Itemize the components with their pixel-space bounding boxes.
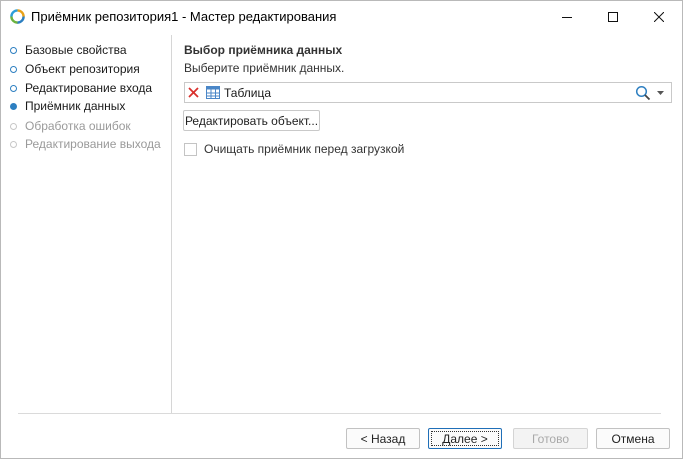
edit-object-button[interactable]: Редактировать объект... (183, 110, 320, 131)
nav-step-edit-output: Редактирование выхода (10, 135, 161, 153)
data-receiver-combo[interactable]: Таблица (184, 82, 672, 103)
minimize-button[interactable] (544, 1, 590, 32)
nav-step-basic-properties[interactable]: Базовые свойства (10, 41, 127, 59)
close-icon (654, 11, 664, 22)
back-button[interactable]: < Назад (346, 428, 420, 449)
search-icon[interactable] (635, 85, 651, 101)
section-subtitle: Выберите приёмник данных. (184, 61, 345, 75)
wizard-window: Приёмник репозитория1 - Мастер редактиро… (0, 0, 683, 459)
nav-step-error-handling: Обработка ошибок (10, 117, 131, 135)
cancel-button[interactable]: Отмена (596, 428, 670, 449)
table-icon (206, 86, 220, 99)
next-button[interactable]: Далее > (428, 428, 502, 449)
window-title: Приёмник репозитория1 - Мастер редактиро… (31, 9, 337, 24)
step-completed-icon (10, 46, 17, 54)
nav-step-label: Объект репозитория (25, 62, 140, 76)
close-button[interactable] (636, 1, 682, 32)
step-completed-icon (10, 84, 17, 92)
minimize-icon (562, 16, 572, 18)
section-title: Выбор приёмника данных (184, 43, 343, 57)
nav-step-data-receiver[interactable]: Приёмник данных (10, 97, 125, 115)
step-active-icon (10, 102, 17, 110)
clear-icon[interactable] (188, 87, 199, 98)
nav-step-label: Базовые свойства (25, 43, 127, 57)
step-completed-icon (10, 65, 17, 73)
nav-step-label: Редактирование входа (25, 81, 153, 95)
clear-receiver-checkbox[interactable] (184, 142, 197, 156)
step-disabled-icon (10, 140, 17, 148)
dropdown-icon[interactable] (657, 91, 664, 95)
receiver-value: Таблица (224, 86, 272, 100)
maximize-button[interactable] (590, 1, 636, 32)
done-button: Готово (513, 428, 588, 449)
clear-receiver-option[interactable]: Очищать приёмник перед загрузкой (184, 141, 404, 157)
title-bar[interactable]: Приёмник репозитория1 - Мастер редактиро… (1, 1, 682, 32)
nav-step-repository-object[interactable]: Объект репозитория (10, 60, 140, 78)
nav-step-label: Редактирование выхода (25, 137, 161, 151)
clear-receiver-label: Очищать приёмник перед загрузкой (204, 142, 405, 156)
maximize-icon (608, 11, 618, 22)
footer-divider (18, 413, 661, 414)
nav-step-label: Обработка ошибок (25, 119, 131, 133)
nav-step-label: Приёмник данных (25, 99, 126, 113)
app-logo-icon (10, 9, 25, 24)
wizard-steps-nav: Базовые свойства Объект репозитория Реда… (1, 35, 172, 413)
nav-step-edit-input[interactable]: Редактирование входа (10, 79, 152, 97)
next-button-label: Далее > (431, 431, 499, 446)
step-disabled-icon (10, 122, 17, 130)
